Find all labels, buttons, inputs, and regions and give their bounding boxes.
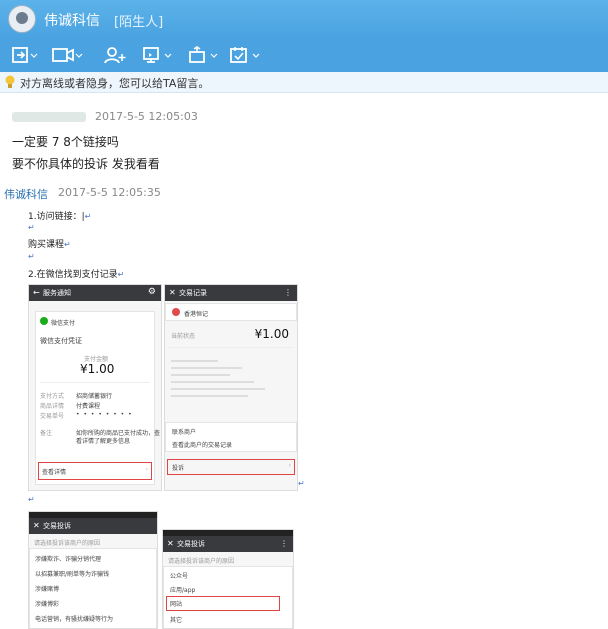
row-value: 招商储蓄银行	[76, 393, 113, 400]
merchant-name: 香港恒记	[184, 311, 209, 318]
list-item: 涉嫌赌博	[35, 586, 60, 593]
more-icon: ⋮	[280, 539, 288, 548]
add-contact-icon	[104, 47, 126, 64]
offline-notice-text: 对方离线或者隐身，您可以给TA留言。	[20, 77, 210, 90]
close-icon: ✕	[167, 539, 174, 548]
divider	[40, 382, 150, 383]
offline-notice-bar: 对方离线或者隐身，您可以给TA留言。	[0, 72, 608, 93]
list-item: 电话营销，有骚扰嫌疑等行为	[35, 616, 114, 623]
merchant-history-link: 查看此商户的交易记录	[172, 442, 233, 449]
return-mark: ↵	[28, 252, 35, 261]
remote-assist-icon	[189, 46, 218, 63]
row-value-redacted: • • • • • • • •	[76, 411, 133, 418]
amount: ¥1.00	[254, 327, 289, 341]
row-value: 看详情了解更多信息	[76, 438, 131, 445]
chat-toolbar	[0, 38, 608, 72]
list-item: 其它	[170, 617, 183, 624]
title-bar: 伟诚科信 [陌生人]	[0, 0, 608, 38]
merchant-icon	[172, 308, 180, 316]
add-contact-button[interactable]	[98, 42, 132, 68]
avatar[interactable]	[8, 5, 36, 33]
merchant-header: 香港恒记	[165, 303, 297, 321]
voucher-title: 微信支付凭证	[40, 337, 82, 345]
list-item: 以招募兼职/刷单等为诈骗钱	[35, 571, 110, 578]
chevron-right-icon: ›	[288, 462, 291, 469]
phone-title: 服务通知	[43, 289, 71, 297]
details-link: 查看详情	[42, 469, 67, 476]
file-transfer-icon	[12, 47, 38, 63]
close-icon: ✕	[33, 521, 40, 530]
phone-header: ← 服务通知 ⚙	[29, 285, 161, 301]
list-item: 涉嫌博彩	[35, 601, 60, 608]
screenshot-complaint-reasons: ✕ 交易投诉 请选择投诉该商户的原因 涉嫌欺诈、诈骗分销代理 以招募兼职/刷单等…	[28, 511, 158, 629]
payment-card: 微信支付 微信支付凭证 支付金额 ¥1.00 支付方式 招商储蓄银行 商品详情 …	[35, 311, 160, 485]
more-icon: ⋮	[284, 288, 292, 297]
highlight-box	[167, 459, 295, 475]
message-timestamp: 2017-5-5 12:05:03	[95, 110, 198, 123]
phone-title: 交易投诉	[177, 540, 205, 548]
transaction-details-faded	[171, 355, 289, 415]
subtitle: 请选择投诉该商户的原因	[168, 558, 235, 565]
file-transfer-button[interactable]	[8, 42, 42, 68]
video-call-icon	[52, 48, 83, 62]
message-area[interactable]: 2017-5-5 12:05:03 一定要 7 8个链接吗 要不你具体的投诉 发…	[0, 93, 608, 629]
list-item: 公众号	[170, 573, 189, 580]
contact-name[interactable]: 伟诚科信	[44, 10, 100, 30]
return-mark: ↵	[28, 495, 35, 504]
channel-list: 公众号 应用/app 网站 其它	[163, 566, 293, 628]
gear-icon: ⚙	[147, 287, 156, 297]
contact-tag: [陌生人]	[114, 15, 164, 30]
reason-list: 涉嫌欺诈、诈骗分销代理 以招募兼职/刷单等为诈骗钱 涉嫌赌博 涉嫌博彩 电话营销…	[29, 548, 157, 628]
phone-header: ✕ 交易记录 ⋮	[165, 285, 297, 301]
message-timestamp: 2017-5-5 12:05:35	[58, 186, 161, 199]
screen-share-button[interactable]	[140, 42, 174, 68]
app-icon	[230, 47, 260, 63]
payment-brand: 微信支付	[51, 320, 76, 327]
row-label: 支付方式	[40, 393, 65, 400]
remote-assist-button[interactable]	[186, 42, 220, 68]
chevron-right-icon: ›	[145, 466, 148, 473]
row-label: 交易单号	[40, 413, 65, 420]
phone-title: 交易记录	[179, 289, 207, 297]
screen-share-icon	[143, 47, 172, 63]
screenshot-payment-notice: ← 服务通知 ⚙ 微信支付 微信支付凭证 支付金额 ¥1.00 支付方式 招商储…	[28, 284, 162, 491]
list-item: 应用/app	[170, 587, 196, 594]
doc-step2: 2.在微信找到支付记录↵	[28, 270, 125, 280]
row-label: 备注	[40, 430, 53, 437]
app-button[interactable]	[228, 42, 262, 68]
return-mark: ↵	[298, 479, 305, 488]
doc-buy-course: 购买课程↵	[28, 240, 71, 250]
video-call-button[interactable]	[50, 42, 84, 68]
wechat-pay-icon	[40, 317, 48, 325]
phone-title: 交易投诉	[43, 522, 71, 530]
list-item: 涉嫌欺诈、诈骗分销代理	[35, 556, 102, 563]
message-line: 一定要 7 8个链接吗	[12, 135, 119, 149]
divider	[169, 347, 293, 348]
list-item: 网站	[170, 601, 183, 608]
lightbulb-icon	[5, 75, 15, 88]
close-icon: ✕	[169, 288, 176, 297]
contact-merchant-link: 联系商户	[172, 429, 197, 436]
merchant-links: 联系商户 查看此商户的交易记录	[165, 422, 297, 452]
amount-label: 当前状态	[171, 333, 196, 340]
phone-header: ✕ 交易投诉 ⋮	[163, 536, 293, 552]
return-mark: ↵	[28, 223, 35, 232]
blurred-sender-name	[12, 112, 86, 122]
avatar-icon	[16, 12, 28, 24]
doc-step1: 1.访问链接：|↵	[28, 212, 92, 222]
row-label: 商品详情	[40, 403, 65, 410]
complaint-link: 投诉	[172, 465, 185, 472]
highlight-box	[166, 596, 280, 611]
message-line: 要不你具体的投诉 发我看看	[12, 157, 160, 171]
subtitle: 请选择投诉该商户的原因	[34, 540, 101, 547]
row-value: 付费课程	[76, 403, 101, 410]
screenshot-transaction-record: ✕ 交易记录 ⋮ 香港恒记 当前状态 ¥1.00 联系商户 查看此商户的交易记录…	[164, 284, 298, 491]
message-sender: 伟诚科信	[4, 188, 48, 201]
phone-header: ✕ 交易投诉	[29, 518, 157, 534]
screenshot-complaint-channel: ✕ 交易投诉 ⋮ 请选择投诉该商户的原因 公众号 应用/app 网站 其它	[162, 529, 294, 629]
back-arrow-icon: ←	[33, 288, 40, 297]
amount: ¥1.00	[80, 362, 115, 376]
